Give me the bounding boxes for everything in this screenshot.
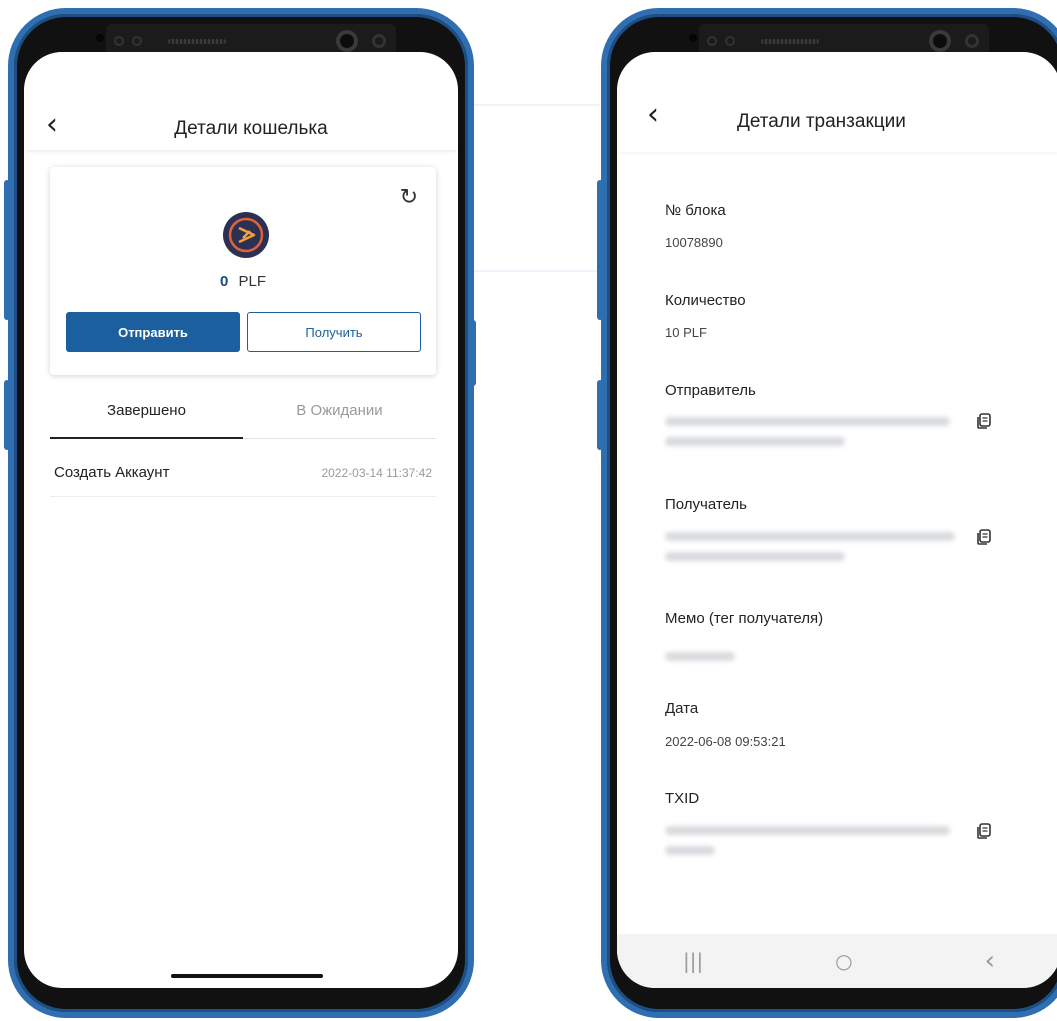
tab-completed[interactable]: Завершено — [50, 402, 243, 419]
send-button[interactable]: Отправить — [66, 312, 240, 352]
recents-icon[interactable]: ||| — [683, 949, 703, 973]
sensor-dot — [96, 34, 104, 42]
front-camera-icon — [929, 30, 951, 52]
refresh-icon[interactable]: ↻ — [400, 185, 418, 210]
txid-value-blurred — [665, 826, 950, 835]
balance-symbol: PLF — [238, 273, 267, 290]
sensor-dot — [689, 34, 697, 42]
balance-amount: 0 — [219, 273, 229, 290]
txid-label: TXID — [665, 790, 700, 807]
tab-pending[interactable]: В Ожидании — [243, 402, 436, 419]
sender-label: Отправитель — [665, 382, 756, 399]
copy-icon[interactable] — [975, 528, 993, 546]
phone-frame-right: ‹ Детали транзакции № блока 10078890 Кол… — [601, 8, 1057, 1018]
transaction-tabs: Завершено В Ожидании — [50, 388, 436, 439]
sender-address-blurred — [665, 437, 845, 446]
background-line — [460, 270, 600, 272]
page-title: Детали транзакции — [737, 111, 906, 132]
back-icon[interactable]: ‹ — [985, 946, 995, 976]
block-label: № блока — [665, 202, 726, 219]
recipient-address-blurred — [665, 552, 845, 561]
memo-value-blurred — [665, 652, 735, 661]
page-title: Детали кошелька — [174, 118, 328, 139]
sensor-icon — [707, 36, 717, 46]
date-label: Дата — [665, 700, 699, 717]
chevron-left-icon[interactable]: ‹ — [647, 100, 659, 130]
wallet-details-screen: ‹ Детали кошелька ↻ 0 PLF Отправить Полу… — [24, 52, 458, 988]
active-tab-indicator — [50, 437, 243, 439]
app-header: ‹ Детали транзакции — [617, 52, 1057, 152]
sensor-icon — [132, 36, 142, 46]
sensor-icon — [372, 34, 386, 48]
front-camera-icon — [336, 30, 358, 52]
sender-address-blurred — [665, 417, 950, 426]
date-value: 2022-06-08 09:53:21 — [665, 734, 786, 749]
memo-label: Мемо (тег получателя) — [665, 610, 824, 627]
amount-label: Количество — [665, 292, 746, 309]
copy-icon[interactable] — [975, 822, 993, 840]
balance-display: 0 PLF — [50, 273, 436, 290]
android-navigation-bar: ||| ○ ‹ — [617, 934, 1057, 988]
sensor-icon — [114, 36, 124, 46]
speaker-grille — [761, 38, 819, 44]
sensor-icon — [725, 36, 735, 46]
background-line — [460, 104, 600, 106]
txid-value-blurred — [665, 846, 715, 855]
transaction-date: 2022-03-14 11:37:42 — [321, 466, 432, 480]
copy-icon[interactable] — [975, 412, 993, 430]
receive-button[interactable]: Получить — [247, 312, 421, 352]
speaker-grille — [168, 38, 226, 44]
amount-value: 10 PLF — [665, 325, 707, 340]
transaction-row[interactable]: Создать Аккаунт 2022-03-14 11:37:42 — [50, 452, 436, 497]
phone-frame-left: ‹ Детали кошелька ↻ 0 PLF Отправить Полу… — [8, 8, 474, 1018]
sensor-icon — [965, 34, 979, 48]
home-indicator[interactable] — [171, 974, 323, 978]
recipient-address-blurred — [665, 532, 955, 541]
block-value: 10078890 — [665, 235, 723, 250]
app-header: ‹ Детали кошелька — [24, 52, 458, 150]
transaction-details-screen: ‹ Детали транзакции № блока 10078890 Кол… — [617, 52, 1057, 988]
wallet-balance-card: ↻ 0 PLF Отправить Получить — [50, 167, 436, 375]
recipient-label: Получатель — [665, 496, 747, 513]
coin-logo-icon — [223, 212, 269, 258]
transaction-name: Создать Аккаунт — [54, 464, 170, 481]
home-icon[interactable]: ○ — [835, 949, 852, 973]
